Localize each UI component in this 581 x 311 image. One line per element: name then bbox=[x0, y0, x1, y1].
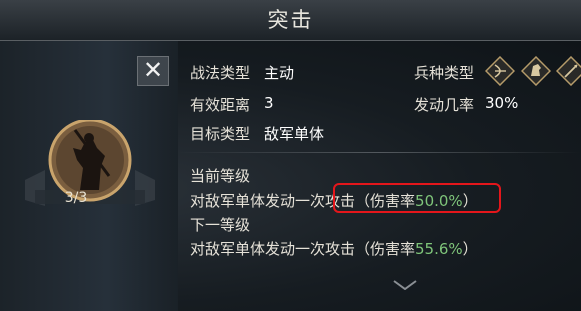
scroll-down-icon[interactable] bbox=[392, 280, 418, 290]
trigger-rate-label: 发动几率 bbox=[414, 96, 475, 114]
target-type-value: 敌军单体 bbox=[264, 125, 325, 143]
next-damage-rate: 55.6% bbox=[415, 240, 463, 258]
unit-type-label: 兵种类型 bbox=[414, 64, 475, 82]
close-button[interactable]: ✕ bbox=[137, 56, 169, 86]
highlight-annotation bbox=[333, 183, 501, 213]
next-level-label: 下一等级 bbox=[190, 216, 251, 234]
trigger-rate-value: 30% bbox=[485, 94, 519, 112]
range-value: 3 bbox=[264, 94, 274, 112]
cavalry-unit-icon bbox=[521, 56, 551, 86]
bow-unit-icon bbox=[485, 56, 515, 86]
current-level-label: 当前等级 bbox=[190, 167, 251, 185]
section-divider bbox=[178, 152, 581, 153]
current-desc-prefix: 对敌军单体发动一次 bbox=[190, 192, 326, 210]
next-level-desc: 对敌军单体发动一次攻击（伤害率55.6%） bbox=[190, 238, 478, 259]
skill-title: 突击 bbox=[267, 8, 314, 32]
next-desc-text: 对敌军单体发动一次攻击（伤害率 bbox=[190, 240, 416, 258]
tactic-type-value: 主动 bbox=[264, 64, 295, 82]
tactic-type-label: 战法类型 bbox=[190, 64, 251, 82]
skill-level-progress: 3/3 bbox=[64, 190, 88, 206]
spear-unit-icon bbox=[556, 56, 581, 86]
title-bar: 突击 bbox=[0, 0, 581, 41]
target-type-label: 目标类型 bbox=[190, 125, 251, 143]
range-label: 有效距离 bbox=[190, 96, 251, 114]
next-desc-close: ） bbox=[462, 240, 478, 258]
